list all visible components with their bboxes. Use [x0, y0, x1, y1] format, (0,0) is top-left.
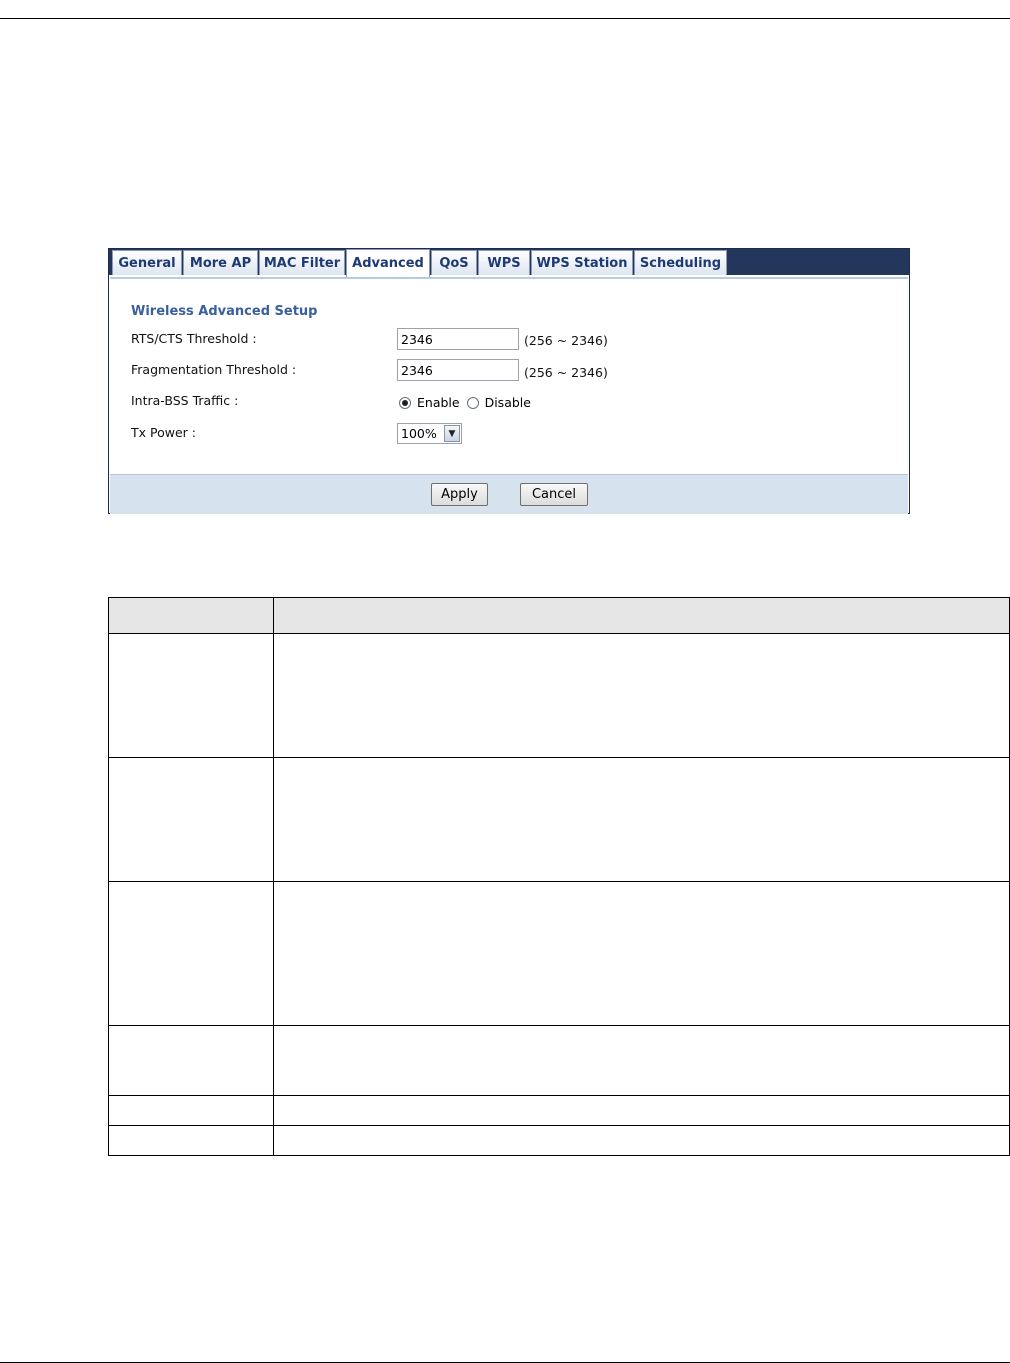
intra-bss-radio-group: Enable Disable [399, 395, 531, 410]
table-cell [273, 881, 1010, 1026]
table-row [108, 1095, 1010, 1126]
tab-scheduling[interactable]: Scheduling [634, 250, 727, 275]
tx-power-label: Tx Power : [131, 425, 196, 440]
rts-threshold-range: (256 ~ 2346) [524, 333, 608, 348]
tab-wps-station[interactable]: WPS Station [531, 250, 633, 275]
tab-general[interactable]: General [112, 250, 182, 275]
tab-advanced[interactable]: Advanced [346, 249, 430, 277]
disable-radio[interactable] [466, 396, 479, 409]
fragmentation-threshold-input[interactable] [397, 359, 519, 381]
chevron-down-icon[interactable]: ▼ [444, 425, 460, 442]
section-title: Wireless Advanced Setup [131, 304, 318, 319]
tab-mac-filter[interactable]: MAC Filter [259, 250, 345, 275]
disable-radio-label[interactable]: Disable [485, 395, 531, 410]
tx-power-value: 100% [401, 426, 437, 441]
table-cell [273, 757, 1010, 882]
table-header-cell [273, 597, 1010, 634]
button-bar: Apply Cancel [110, 474, 908, 514]
advanced-form: Wireless Advanced Setup RTS/CTS Threshol… [110, 277, 908, 475]
rts-threshold-input[interactable] [397, 328, 519, 350]
table-cell [108, 1095, 274, 1126]
table-row [108, 1025, 1010, 1096]
table-cell [108, 757, 274, 882]
tx-power-select[interactable]: 100% ▼ [397, 423, 462, 444]
table-cell [108, 1025, 274, 1096]
fragmentation-threshold-range: (256 ~ 2346) [524, 365, 608, 380]
tab-qos[interactable]: QoS [431, 250, 477, 275]
page-header-rule [0, 18, 1010, 19]
rts-threshold-label: RTS/CTS Threshold : [131, 331, 257, 346]
table-cell [273, 1025, 1010, 1096]
enable-radio-label[interactable]: Enable [417, 395, 460, 410]
table-cell [273, 1095, 1010, 1126]
table-header-row [108, 597, 1010, 634]
table-cell [273, 633, 1010, 758]
radio-selected-dot [402, 399, 408, 406]
table-cell [108, 633, 274, 758]
table-row [108, 633, 1010, 758]
wireless-settings-panel: General More AP MAC Filter Advanced QoS … [108, 248, 910, 514]
intra-bss-label: Intra-BSS Traffic : [131, 393, 239, 408]
table-row [108, 757, 1010, 882]
fragmentation-threshold-label: Fragmentation Threshold : [131, 362, 297, 377]
table-cell [108, 1125, 274, 1156]
tab-bar: General More AP MAC Filter Advanced QoS … [109, 249, 909, 277]
table-cell [108, 881, 274, 1026]
table-row [108, 881, 1010, 1026]
cancel-button[interactable]: Cancel [520, 483, 588, 506]
enable-radio[interactable] [399, 396, 411, 409]
table-header-cell [108, 597, 274, 634]
apply-button[interactable]: Apply [431, 483, 488, 506]
tab-wps[interactable]: WPS [478, 250, 530, 275]
field-description-table [108, 597, 1010, 1156]
tab-more-ap[interactable]: More AP [183, 250, 258, 275]
table-cell [273, 1125, 1010, 1156]
table-row [108, 1125, 1010, 1156]
